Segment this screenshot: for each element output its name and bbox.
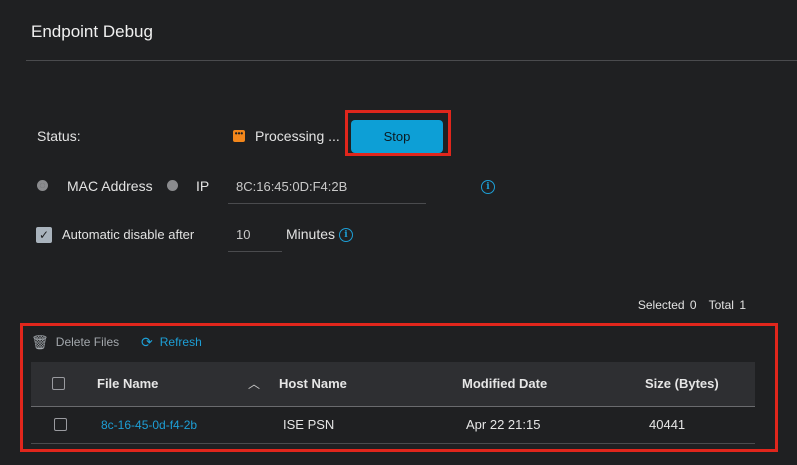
delete-files-label: Delete Files (55, 335, 120, 349)
delete-files-button[interactable]: 🗑 Delete Files (31, 333, 119, 351)
table-row: 8c-16-45-0d-f4-2b ISE PSN Apr 22 21:15 4… (31, 407, 755, 444)
status-value: Processing ... (255, 128, 340, 144)
sort-ascending-icon[interactable]: ︿ (248, 375, 260, 392)
ip-radio[interactable] (167, 180, 178, 191)
ip-radio-label: IP (196, 178, 210, 194)
refresh-label: Refresh (159, 335, 202, 349)
selected-label: Selected (637, 298, 685, 312)
table-header: File Name ︿ Host Name Modified Date Size… (31, 362, 755, 407)
mac-address-input[interactable] (228, 170, 426, 204)
select-all-checkbox[interactable] (52, 377, 65, 390)
title-divider (26, 60, 797, 61)
endpoint-debug-page: Endpoint Debug Status: ••• Processing ..… (0, 0, 797, 465)
refresh-icon: ⟳ (141, 333, 153, 350)
host-name-cell: ISE PSN (283, 417, 335, 432)
file-name-link[interactable]: 8c-16-45-0d-f4-2b (101, 418, 197, 432)
selection-summary: Selected 0 Total 1 (636, 298, 746, 312)
modified-date-cell: Apr 22 21:15 (466, 417, 541, 432)
mac-address-radio[interactable] (37, 180, 48, 191)
column-header-size[interactable]: Size (Bytes) (645, 376, 719, 391)
refresh-button[interactable]: ⟳ Refresh (141, 333, 202, 351)
size-cell: 40441 (649, 417, 686, 432)
page-title: Endpoint Debug (31, 22, 153, 41)
trash-icon: 🗑 (31, 333, 49, 350)
column-header-host-name[interactable]: Host Name (279, 376, 347, 391)
auto-disable-label: Automatic disable after (62, 227, 195, 242)
column-header-file-name[interactable]: File Name (97, 376, 158, 391)
minutes-label: Minutes (286, 226, 336, 242)
row-checkbox[interactable] (54, 418, 67, 431)
total-count: 1 (739, 298, 746, 312)
total-label: Total (708, 298, 734, 312)
auto-disable-minutes-input[interactable] (228, 218, 282, 252)
status-label: Status: (37, 128, 81, 144)
column-header-modified-date[interactable]: Modified Date (462, 376, 547, 391)
auto-disable-checkbox[interactable]: ✓ (36, 227, 52, 243)
mac-address-radio-label: MAC Address (67, 178, 153, 194)
info-icon[interactable]: i (481, 180, 495, 194)
selected-count: 0 (689, 298, 697, 312)
info-icon[interactable]: i (339, 228, 353, 242)
stop-button[interactable]: Stop (351, 120, 443, 153)
processing-icon: ••• (233, 130, 245, 142)
